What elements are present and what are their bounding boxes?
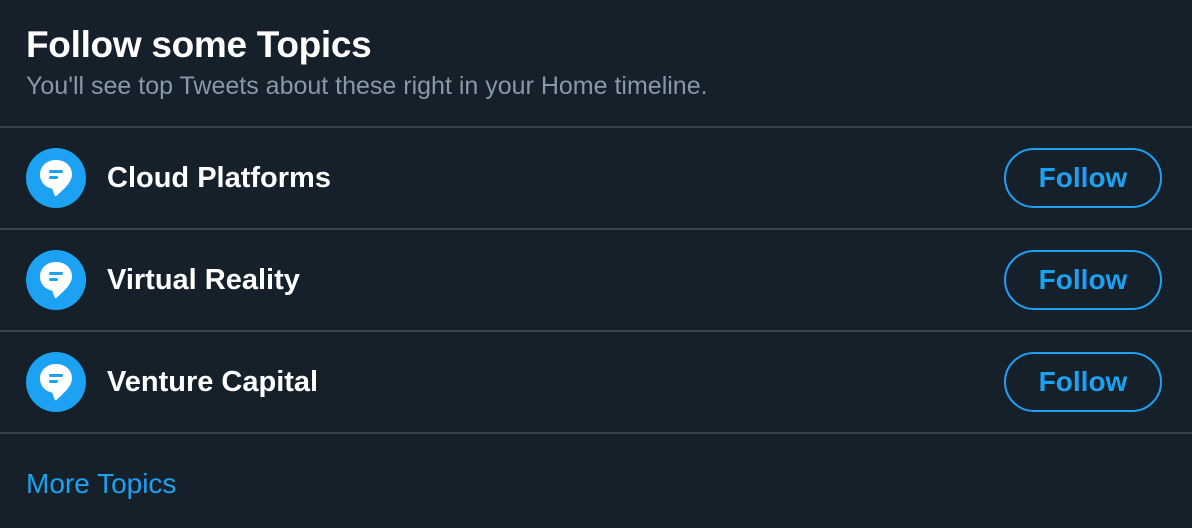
- panel-header: Follow some Topics You'll see top Tweets…: [0, 0, 1192, 128]
- follow-button[interactable]: Follow: [1004, 352, 1162, 412]
- topics-panel: Follow some Topics You'll see top Tweets…: [0, 0, 1192, 528]
- topic-name: Venture Capital: [107, 365, 319, 398]
- topic-row[interactable]: Virtual Reality Follow: [0, 230, 1192, 332]
- follow-button[interactable]: Follow: [1004, 148, 1162, 208]
- topic-bubble-icon: [26, 352, 86, 412]
- topic-name: Cloud Platforms: [107, 161, 331, 194]
- topic-row[interactable]: Venture Capital Follow: [0, 332, 1192, 434]
- more-topics-link[interactable]: More Topics: [0, 434, 1192, 526]
- panel-title: Follow some Topics: [26, 24, 372, 65]
- topic-row[interactable]: Cloud Platforms Follow: [0, 128, 1192, 230]
- topic-name: Virtual Reality: [107, 263, 300, 296]
- topic-bubble-icon: [26, 148, 86, 208]
- panel-subtitle: You'll see top Tweets about these right …: [26, 72, 708, 100]
- follow-button[interactable]: Follow: [1004, 250, 1162, 310]
- topic-bubble-icon: [26, 250, 86, 310]
